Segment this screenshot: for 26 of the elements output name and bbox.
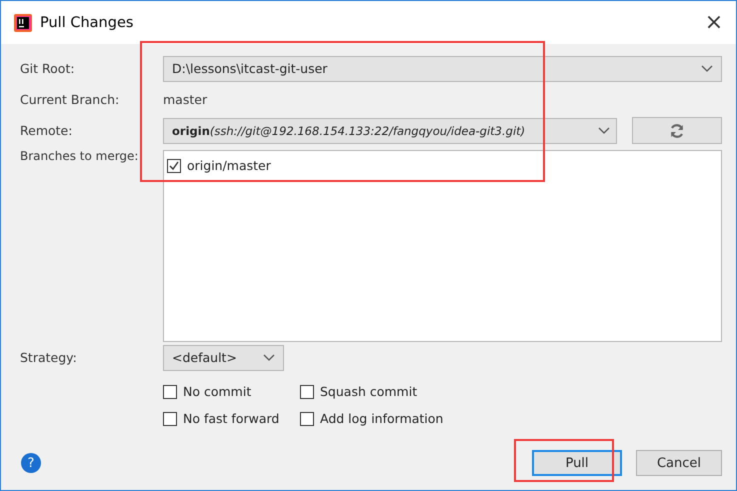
option-checkbox[interactable]: No fast forward: [163, 411, 300, 426]
chevron-down-icon: [263, 354, 275, 362]
field-label: Strategy:: [20, 350, 78, 365]
refresh-button[interactable]: [632, 117, 722, 144]
strategy-dropdown[interactable]: <default>: [163, 344, 284, 370]
option-checkbox[interactable]: Add log information: [300, 411, 483, 426]
remote-dropdown[interactable]: origin(ssh://git@192.168.154.133:22/fangqyou/idea-git3.git): [163, 118, 617, 144]
field-label: Remote:: [20, 123, 74, 138]
field-label: Branches to merge:: [20, 149, 140, 163]
current-branch-value: master: [163, 92, 208, 107]
git-root-dropdown[interactable]: D:\lessons\itcast-git-user: [163, 56, 722, 82]
cancel-button[interactable]: Cancel: [636, 450, 722, 476]
chevron-down-icon: [598, 126, 610, 134]
option-checkbox[interactable]: Squash commit: [300, 384, 483, 399]
check-icon: [168, 160, 180, 172]
close-button[interactable]: ×: [692, 1, 736, 44]
pull-button[interactable]: Pull: [532, 450, 622, 476]
chevron-down-icon: [701, 64, 713, 72]
window-title: Pull Changes: [40, 14, 134, 30]
option-checkbox[interactable]: No commit: [163, 384, 300, 399]
field-label: Current Branch:: [20, 92, 120, 107]
app-logo-icon: [14, 14, 32, 32]
branch-checkbox[interactable]: origin/master: [167, 158, 271, 173]
refresh-icon: [669, 122, 685, 138]
field-label: Git Root:: [20, 61, 76, 76]
help-button[interactable]: ?: [21, 453, 41, 473]
